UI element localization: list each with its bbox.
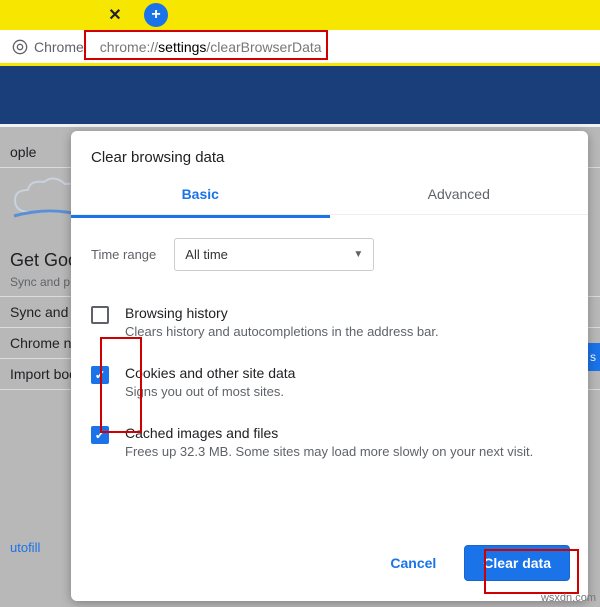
tab-strip: ✕ +	[0, 0, 600, 30]
tab-close-button[interactable]: ✕	[100, 0, 130, 30]
check-icon: ✓	[94, 368, 105, 382]
new-tab-button[interactable]: +	[144, 3, 168, 27]
time-range-label: Time range	[91, 247, 156, 262]
url-path: /clearBrowserData	[206, 39, 321, 55]
option-title: Browsing history	[125, 305, 439, 321]
omnibox-row: Chrome chrome://settings/clearBrowserDat…	[0, 30, 600, 66]
plus-icon: +	[151, 7, 160, 23]
clear-browsing-data-dialog: Clear browsing data Basic Advanced Time …	[71, 131, 588, 601]
bg-sidebar-autofill[interactable]: utofill	[0, 532, 50, 563]
time-range-row: Time range All time ▼	[91, 238, 568, 271]
option-desc: Frees up 32.3 MB. Some sites may load mo…	[125, 444, 533, 459]
dialog-actions: Cancel Clear data	[71, 545, 588, 601]
checkbox-browsing-history[interactable]	[91, 306, 109, 324]
chrome-page-icon	[12, 39, 28, 55]
dialog-body: Time range All time ▼ Browsing history C…	[71, 218, 588, 485]
option-browsing-history[interactable]: Browsing history Clears history and auto…	[91, 297, 568, 357]
option-desc: Clears history and autocompletions in th…	[125, 324, 439, 339]
option-title: Cookies and other site data	[125, 365, 295, 381]
option-desc: Signs you out of most sites.	[125, 384, 295, 399]
time-range-value: All time	[185, 247, 228, 262]
option-cache[interactable]: ✓ Cached images and files Frees up 32.3 …	[91, 417, 568, 477]
clear-data-button[interactable]: Clear data	[464, 545, 570, 581]
watermark: wsxdn.com	[541, 592, 596, 604]
option-title: Cached images and files	[125, 425, 533, 441]
url-host: settings	[158, 39, 206, 55]
checkbox-cookies[interactable]: ✓	[91, 366, 109, 384]
cancel-button[interactable]: Cancel	[372, 546, 454, 580]
checkbox-cache[interactable]: ✓	[91, 426, 109, 444]
url-scheme: chrome://	[100, 39, 158, 55]
omnibox-input[interactable]: chrome://settings/clearBrowserData	[90, 39, 594, 55]
dropdown-icon: ▼	[353, 249, 363, 260]
tab-advanced[interactable]: Advanced	[330, 176, 589, 214]
close-icon: ✕	[108, 5, 121, 25]
site-chip: Chrome	[6, 37, 90, 57]
dialog-title: Clear browsing data	[71, 131, 588, 176]
option-cookies[interactable]: ✓ Cookies and other site data Signs you …	[91, 357, 568, 417]
tab-basic[interactable]: Basic	[71, 176, 330, 214]
settings-top-bar	[0, 66, 600, 124]
dialog-tabs: Basic Advanced	[71, 176, 588, 215]
check-icon: ✓	[94, 428, 105, 442]
site-chip-label: Chrome	[34, 39, 84, 55]
time-range-select[interactable]: All time ▼	[174, 238, 374, 271]
